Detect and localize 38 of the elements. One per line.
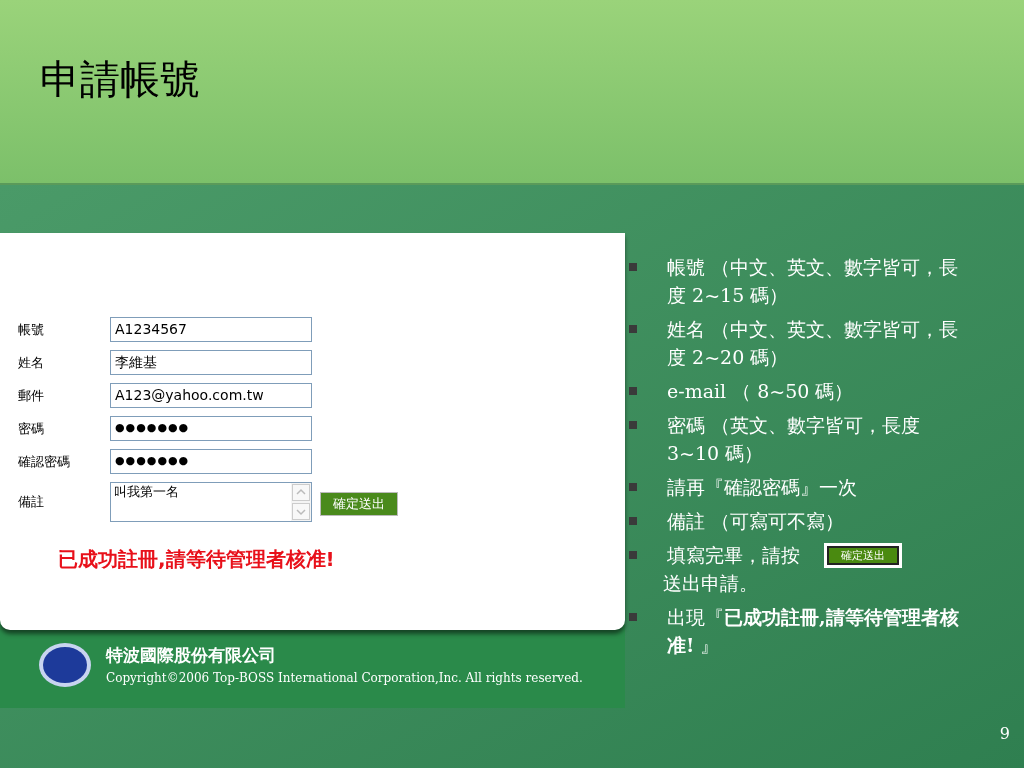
field-label: 備註 (18, 493, 45, 512)
bullet-icon (629, 325, 637, 333)
remarks-textarea[interactable]: 叫我第一名 (110, 482, 312, 522)
field-label: 帳號 (18, 320, 45, 339)
input-field[interactable]: ●●●●●●● (110, 449, 312, 474)
bullet-text: e-mail （ 8~50 碼） (667, 379, 854, 404)
slide-title: 申請帳號 (40, 55, 201, 103)
scroll-up-icon[interactable] (292, 484, 310, 501)
input-field[interactable]: A1234567 (110, 317, 312, 342)
bullet-icon (629, 613, 637, 621)
field-label: 確認密碼 (18, 452, 71, 471)
company-logo (38, 642, 92, 688)
bullet-icon (629, 483, 637, 491)
success-message: 已成功註冊,請等待管理者核准! (58, 546, 336, 573)
bullet-text: 填寫完畢，請按 (667, 543, 800, 568)
field-label: 姓名 (18, 353, 45, 372)
copyright-text: Copyright©2006 Top-BOSS International Corporation,Inc. All rights reserved. (106, 669, 583, 687)
bullet-text: 出現『已成功註冊,請等待管理者核准! 』 (667, 605, 960, 658)
field-label: 密碼 (18, 419, 45, 438)
bullet-text: 備註 （可寫可不寫） (667, 509, 845, 534)
input-field[interactable]: 李維基 (110, 350, 312, 375)
bullet-icon (629, 517, 637, 525)
bullet-icon (629, 421, 637, 429)
field-label: 郵件 (18, 386, 45, 405)
bullet-icon (629, 263, 637, 271)
bullet-icon (629, 387, 637, 395)
input-field[interactable]: A123@yahoo.com.tw (110, 383, 312, 408)
company-name: 特波國際股份有限公司 (106, 644, 277, 668)
page-number: 9 (999, 723, 1010, 745)
submit-button-image: 確定送出 (824, 542, 902, 568)
bullet-icon (629, 551, 637, 559)
scroll-down-icon[interactable] (292, 503, 310, 520)
bullet-text: 密碼 （英文、數字皆可，長度 3~10 碼） (667, 413, 922, 466)
bullet-text: 送出申請。 (663, 571, 759, 596)
input-field[interactable]: ●●●●●●● (110, 416, 312, 441)
bullet-text: 請再『確認密碼』一次 (667, 475, 857, 500)
bullet-text: 帳號 （中文、英文、數字皆可，長度 2~15 碼） (667, 255, 960, 308)
submit-button[interactable]: 確定送出 (320, 492, 398, 516)
